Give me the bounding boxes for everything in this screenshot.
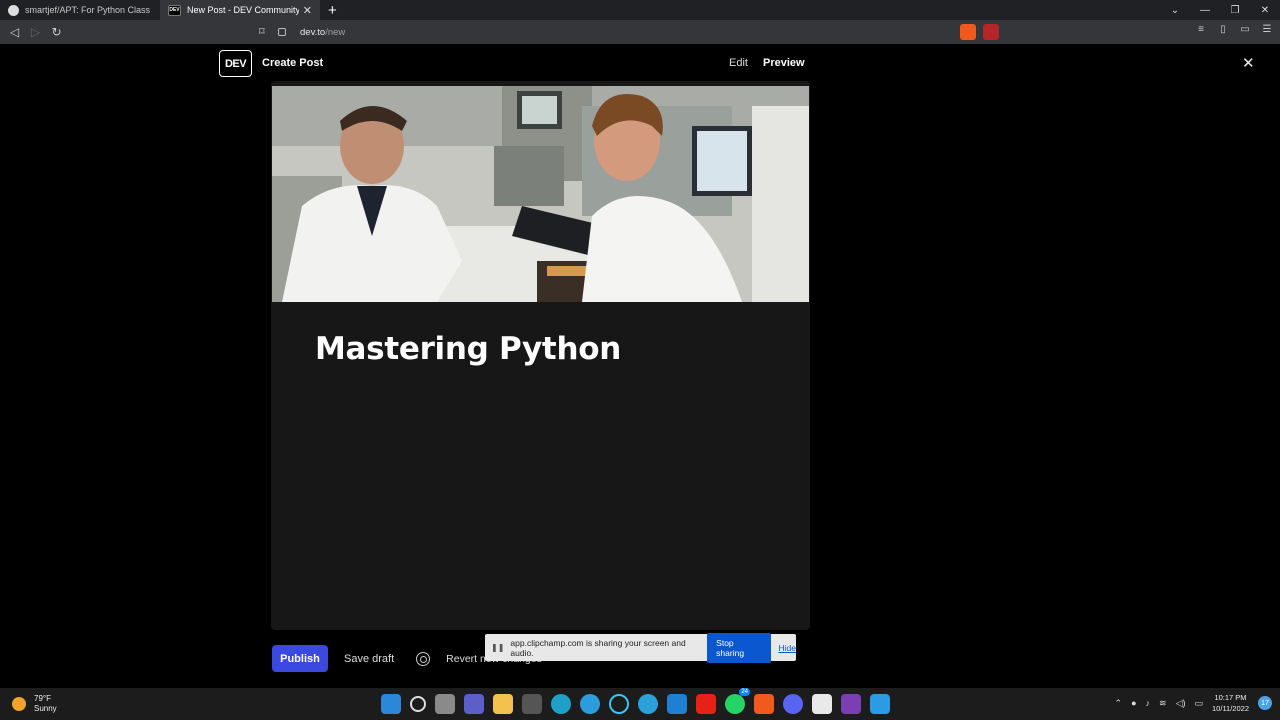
back-icon[interactable]: ◁ (4, 25, 25, 39)
close-icon[interactable]: ✕ (1242, 54, 1255, 72)
publish-button[interactable]: Publish (272, 645, 328, 672)
brave-shields-icon[interactable] (960, 24, 976, 40)
stop-sharing-button[interactable]: Stop sharing (707, 632, 771, 663)
url-host: dev.to (300, 26, 326, 38)
system-tray: ⌃ ● ♪ ≋ ◁) ▭ 10:17 PM 10/11/2022 17 (1115, 692, 1272, 714)
date: 10/11/2022 (1212, 704, 1249, 713)
address-bar[interactable]: dev.to/new (278, 23, 958, 41)
windows-taskbar: 79°F Sunny 24 ⌃ ● ♪ ≋ ◁) ▭ 10:17 PM 10/1… (0, 688, 1280, 720)
battery-icon[interactable]: ▭ (1195, 698, 1204, 709)
whatsapp-badge: 24 (739, 688, 750, 696)
clipchamp-icon[interactable] (841, 694, 861, 714)
browser-tab-bar: smartjef/APT: For Python Class DEV New P… (0, 0, 1280, 20)
wallet-icon[interactable]: ▭ (1238, 24, 1252, 38)
temperature: 79°F (34, 694, 51, 703)
menu-icon[interactable]: ☰ (1260, 24, 1274, 38)
minimize-icon[interactable]: — (1190, 5, 1220, 16)
edge-icon[interactable] (551, 694, 571, 714)
browser-toolbar: ◁ ▷ ↻ ⌑ dev.to/new ≡ ▯ ▭ ☰ (0, 20, 1280, 44)
help-icon[interactable] (580, 694, 600, 714)
cover-image (272, 86, 809, 302)
post-title: Mastering Python (315, 331, 621, 367)
time: 10:17 PM (1214, 693, 1247, 702)
clock[interactable]: 10:17 PM 10/11/2022 (1212, 692, 1249, 714)
tab-preview[interactable]: Preview (763, 57, 805, 69)
microphone-icon[interactable]: ♪ (1146, 698, 1151, 708)
teams-chat-icon[interactable] (464, 694, 484, 714)
brave-icon[interactable] (754, 694, 774, 714)
tab-title: New Post - DEV Community 🙏🙏 (187, 4, 299, 15)
tab-search-icon[interactable]: ⌄ (1160, 5, 1190, 16)
sun-icon (12, 697, 26, 711)
youtube-icon[interactable] (696, 694, 716, 714)
tab-edit[interactable]: Edit (729, 57, 748, 69)
reload-icon[interactable]: ↻ (46, 25, 67, 39)
pause-icon: ❚❚ (491, 643, 505, 652)
wifi-icon[interactable]: ≋ (1159, 698, 1167, 709)
taskbar-apps: 24 (381, 688, 890, 714)
toolbar-right-controls: ≡ ▯ ▭ ☰ (1194, 24, 1274, 38)
screen-share-notification: ❚❚ app.clipchamp.com is sharing your scr… (485, 632, 796, 663)
volume-icon[interactable]: ◁) (1176, 698, 1186, 709)
notification-badge[interactable]: 17 (1258, 696, 1272, 710)
tab-github[interactable]: smartjef/APT: For Python Class (0, 0, 160, 20)
slack-icon[interactable] (812, 694, 832, 714)
new-tab-button[interactable]: + (328, 2, 337, 19)
weather-condition: Sunny (34, 704, 57, 713)
tab-dev-new-post[interactable]: DEV New Post - DEV Community 🙏🙏 ✕ (160, 0, 320, 20)
playlist-icon[interactable]: ≡ (1194, 24, 1208, 38)
cortana-icon[interactable] (609, 694, 629, 714)
sidebar-icon[interactable]: ▯ (1216, 24, 1230, 38)
lock-icon (278, 28, 286, 36)
page-title: Create Post (262, 57, 324, 69)
discord-icon[interactable] (783, 694, 803, 714)
dev-create-post-page: DEV Create Post Edit Preview ✕ Mastering… (0, 44, 1280, 688)
post-preview-card: Mastering Python (271, 81, 810, 630)
hide-link[interactable]: Hide (779, 643, 796, 653)
start-icon[interactable] (381, 694, 401, 714)
brave-rewards-icon[interactable] (983, 24, 999, 40)
close-window-icon[interactable]: ✕ (1250, 5, 1280, 16)
task-view-icon[interactable] (435, 694, 455, 714)
dev-logo[interactable]: DEV (219, 50, 252, 77)
save-draft-button[interactable]: Save draft (344, 653, 394, 665)
restore-icon[interactable]: ❐ (1220, 5, 1250, 16)
search-icon[interactable] (410, 696, 426, 712)
whatsapp-icon[interactable]: 24 (725, 688, 750, 714)
share-message: app.clipchamp.com is sharing your screen… (510, 637, 686, 658)
network-alert-icon[interactable]: ● (1131, 698, 1136, 708)
url-path: /new (325, 26, 346, 38)
mail-icon[interactable] (870, 694, 890, 714)
close-tab-icon[interactable]: ✕ (303, 4, 312, 17)
vscode-icon[interactable] (667, 694, 687, 714)
dev-favicon-icon: DEV (168, 4, 181, 16)
github-icon (8, 4, 19, 16)
post-options-icon[interactable] (416, 651, 431, 666)
store-icon[interactable] (522, 694, 542, 714)
show-hidden-icons-icon[interactable]: ⌃ (1115, 698, 1123, 709)
telegram-icon[interactable] (638, 694, 658, 714)
forward-icon[interactable]: ▷ (25, 25, 46, 39)
tab-title: smartjef/APT: For Python Class (25, 5, 151, 15)
cover-photo-illustration (272, 86, 809, 302)
bookmark-icon[interactable]: ⌑ (259, 25, 265, 38)
file-explorer-icon[interactable] (493, 694, 513, 714)
window-controls: ⌄ — ❐ ✕ (1160, 0, 1280, 20)
weather-widget[interactable]: 79°F Sunny (12, 694, 57, 714)
